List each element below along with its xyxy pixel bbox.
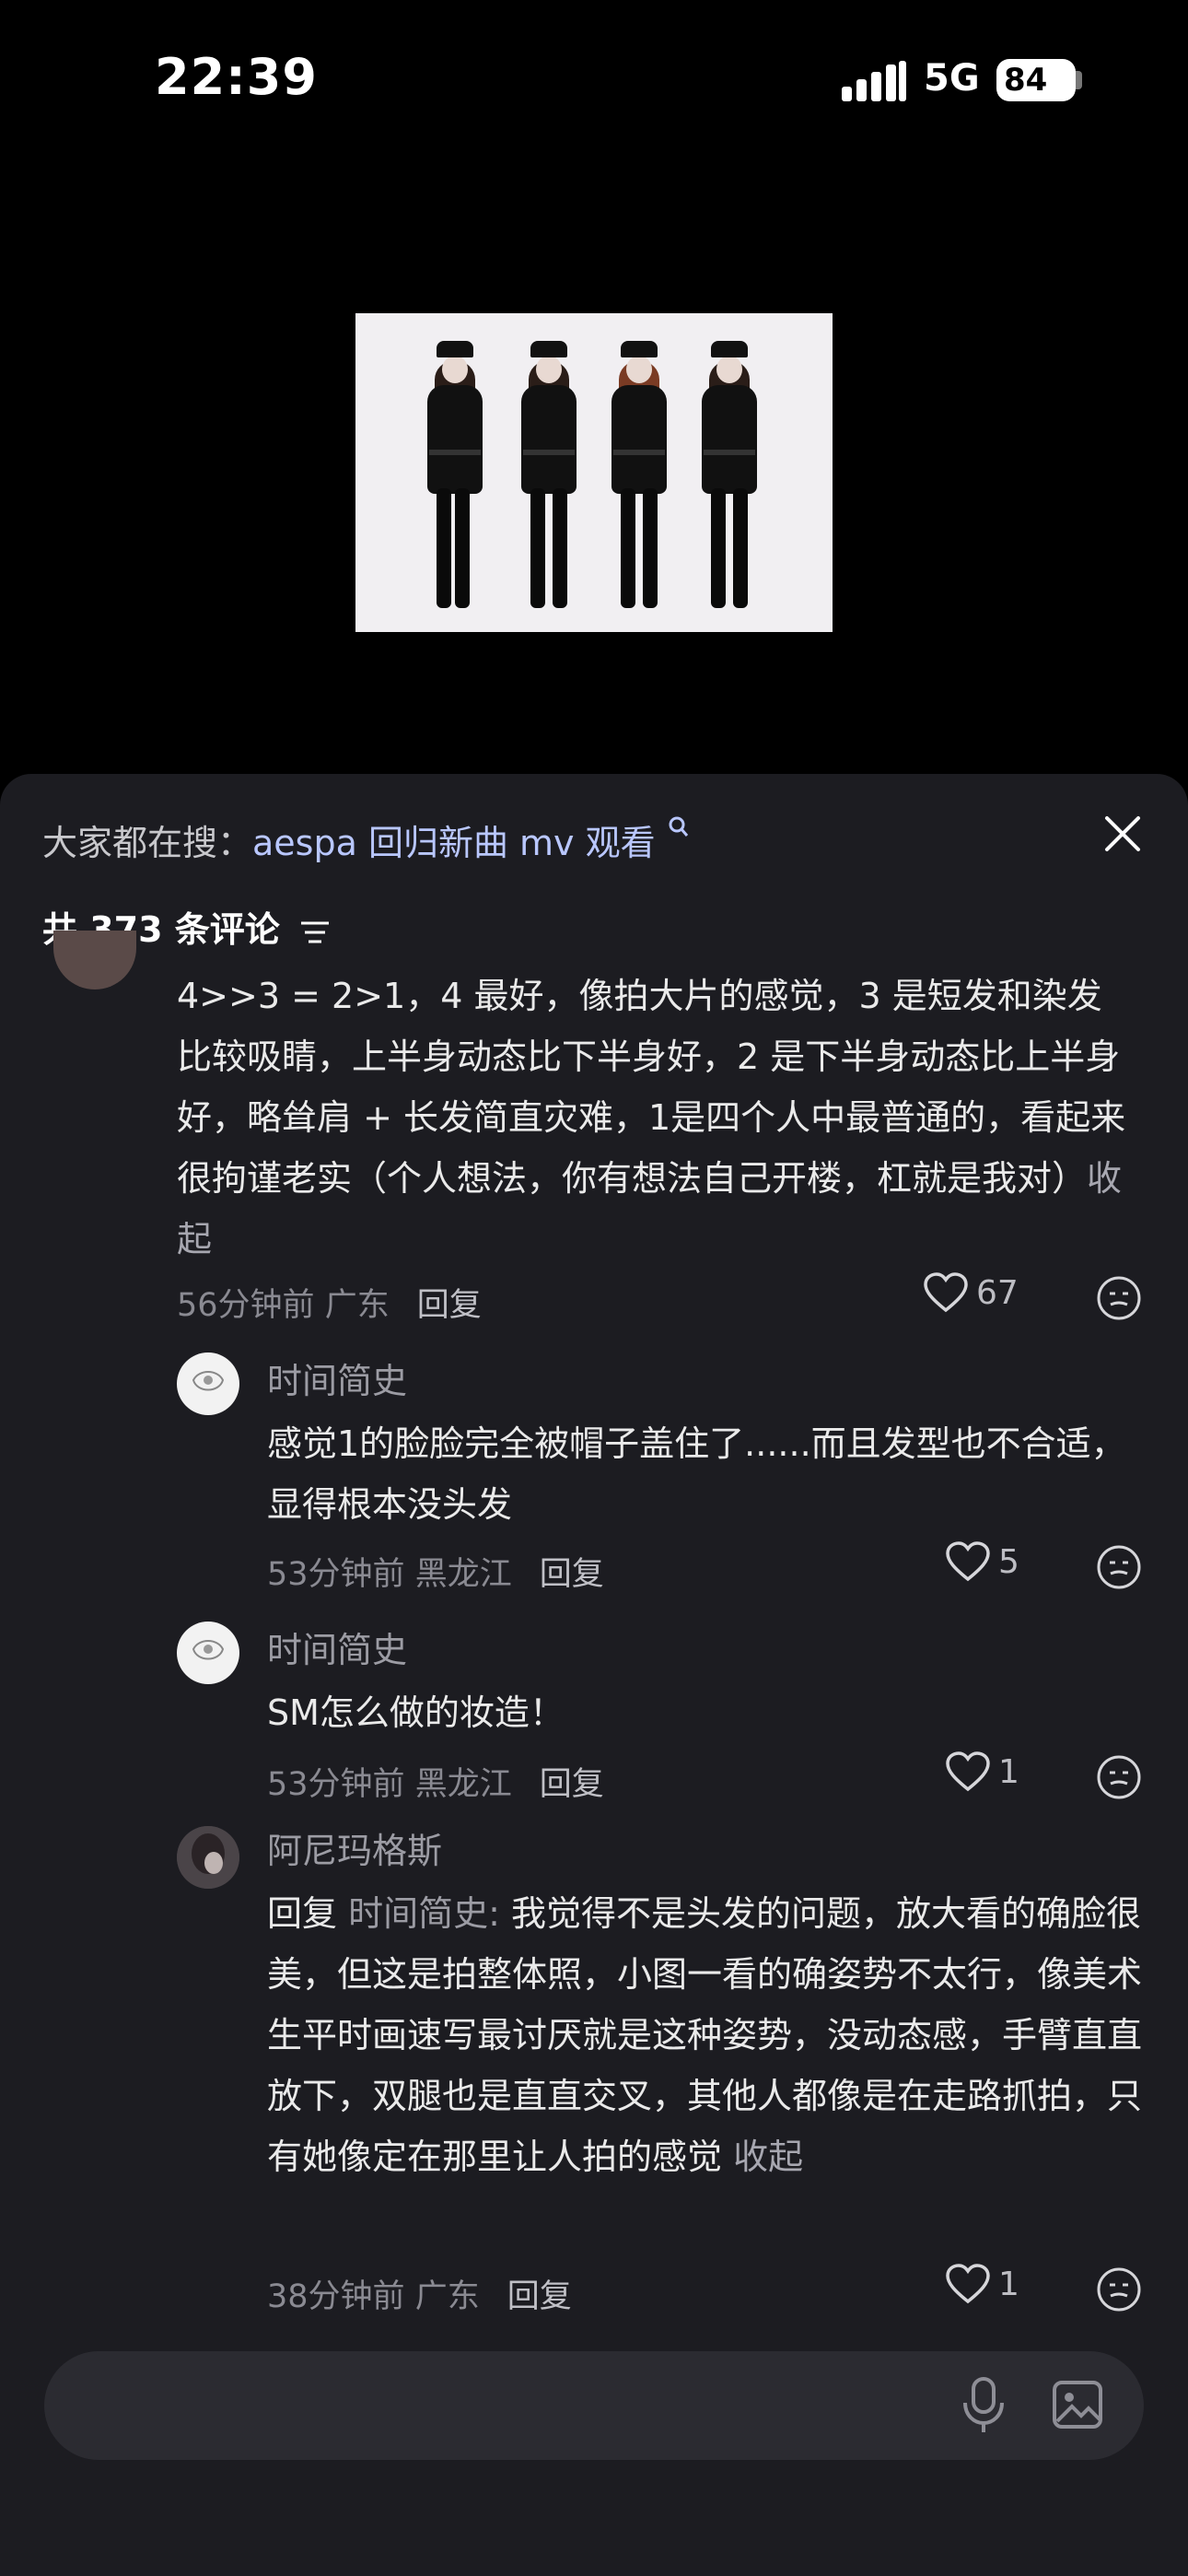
reply-time: 53分钟前 bbox=[267, 1766, 405, 1803]
collapse-link[interactable]: 收起 bbox=[733, 2137, 803, 2177]
search-icon bbox=[669, 816, 688, 837]
microphone-icon[interactable] bbox=[958, 2375, 1009, 2436]
trending-search-prefix: 大家都在搜： bbox=[42, 823, 253, 863]
reply-time: 53分钟前 bbox=[267, 1556, 405, 1593]
reply-text: SM怎么做的妆造！ bbox=[267, 1692, 565, 1733]
status-bar: 22:39 5G 84 bbox=[0, 0, 1188, 157]
comment-text: 4>>3 = 2>1，4 最好，像拍大片的感觉，3 是短发和染发比较吸睛，上半身… bbox=[177, 966, 1135, 1270]
heart-icon bbox=[946, 1751, 990, 1792]
reply-button[interactable]: 回复 bbox=[540, 1556, 604, 1593]
comment-sheet: 大家都在搜：aespa 回归新曲 mv 观看 共 373 条评论 4>>3 = … bbox=[0, 774, 1188, 2576]
heart-icon bbox=[924, 1272, 968, 1313]
reply-location: 黑龙江 bbox=[414, 1766, 512, 1803]
like-count: 1 bbox=[998, 1752, 1019, 1791]
reply-location: 广东 bbox=[414, 2278, 480, 2315]
network-label: 5G bbox=[924, 57, 980, 100]
heart-icon bbox=[946, 1541, 990, 1582]
reply-time: 38分钟前 bbox=[267, 2278, 405, 2315]
avatar[interactable] bbox=[177, 1622, 239, 1684]
reply-meta: 53分钟前 黑龙江 回复 bbox=[267, 1758, 604, 1805]
like-button[interactable]: 5 bbox=[945, 1540, 1019, 1583]
reply-location: 黑龙江 bbox=[414, 1556, 512, 1593]
video-player[interactable] bbox=[355, 313, 833, 632]
video-figure bbox=[418, 341, 492, 617]
reply-body: 我觉得不是头发的问题，放大看的确脸很美，但这是拍整体照，小图一看的确姿势不太行，… bbox=[267, 1893, 1143, 2177]
emoji-reaction-icon[interactable] bbox=[1096, 2266, 1142, 2313]
reply-author[interactable]: 阿尼玛格斯 bbox=[267, 1822, 442, 1873]
like-button[interactable]: 1 bbox=[945, 2263, 1019, 2305]
like-count: 5 bbox=[998, 1542, 1019, 1581]
reply-button[interactable]: 回复 bbox=[507, 2278, 572, 2315]
like-button[interactable]: 67 bbox=[923, 1271, 1019, 1314]
signal-icon bbox=[842, 61, 906, 101]
reply-author[interactable]: 时间简史 bbox=[267, 1352, 407, 1403]
reply-prefix: 回复 bbox=[267, 1893, 338, 1934]
like-button[interactable]: 1 bbox=[945, 1751, 1019, 1793]
battery-level: 84 bbox=[1004, 62, 1048, 99]
reply-author[interactable]: 时间简史 bbox=[267, 1622, 407, 1672]
battery-cap bbox=[1076, 71, 1082, 89]
emoji-reaction-icon[interactable] bbox=[1096, 1544, 1142, 1590]
avatar[interactable] bbox=[177, 1826, 239, 1889]
clock: 22:39 bbox=[155, 48, 318, 106]
reply-meta: 38分钟前 广东 回复 bbox=[267, 2270, 572, 2317]
comment-body: 4>>3 = 2>1，4 最好，像拍大片的感觉，3 是短发和染发比较吸睛，上半身… bbox=[177, 976, 1126, 1199]
reply-button[interactable]: 回复 bbox=[540, 1766, 604, 1803]
heart-icon bbox=[946, 2264, 990, 2304]
avatar[interactable] bbox=[53, 931, 136, 989]
trending-search[interactable]: 大家都在搜：aespa 回归新曲 mv 观看 bbox=[42, 814, 691, 865]
video-figure bbox=[602, 341, 676, 617]
reply-button[interactable]: 回复 bbox=[417, 1287, 482, 1324]
comment-time: 56分钟前 bbox=[177, 1287, 315, 1324]
battery-icon: 84 bbox=[996, 59, 1076, 101]
image-icon[interactable] bbox=[1050, 2377, 1105, 2432]
video-figure bbox=[512, 341, 586, 617]
reply-meta: 53分钟前 黑龙江 回复 bbox=[267, 1548, 604, 1595]
reply-text: 感觉1的脸脸完全被帽子盖住了......而且发型也不合适，显得根本没头发 bbox=[267, 1423, 1126, 1525]
avatar[interactable] bbox=[177, 1352, 239, 1415]
trending-search-keyword[interactable]: aespa 回归新曲 mv 观看 bbox=[252, 823, 656, 863]
video-figure bbox=[693, 341, 766, 617]
reply-to-author[interactable]: 时间简史: bbox=[348, 1893, 500, 1934]
close-icon[interactable] bbox=[1101, 813, 1144, 855]
comment-meta: 56分钟前 广东 回复 bbox=[177, 1279, 482, 1326]
emoji-reaction-icon[interactable] bbox=[1096, 1754, 1142, 1800]
emoji-reaction-icon[interactable] bbox=[1096, 1275, 1142, 1321]
like-count: 1 bbox=[998, 2265, 1019, 2303]
comment-location: 广东 bbox=[324, 1287, 390, 1324]
reply-text: 回复 时间简史: 我觉得不是头发的问题，放大看的确脸很美，但这是拍整体照，小图一… bbox=[267, 1883, 1151, 2187]
like-count: 67 bbox=[976, 1273, 1019, 1312]
sort-filter-icon[interactable] bbox=[297, 918, 332, 947]
